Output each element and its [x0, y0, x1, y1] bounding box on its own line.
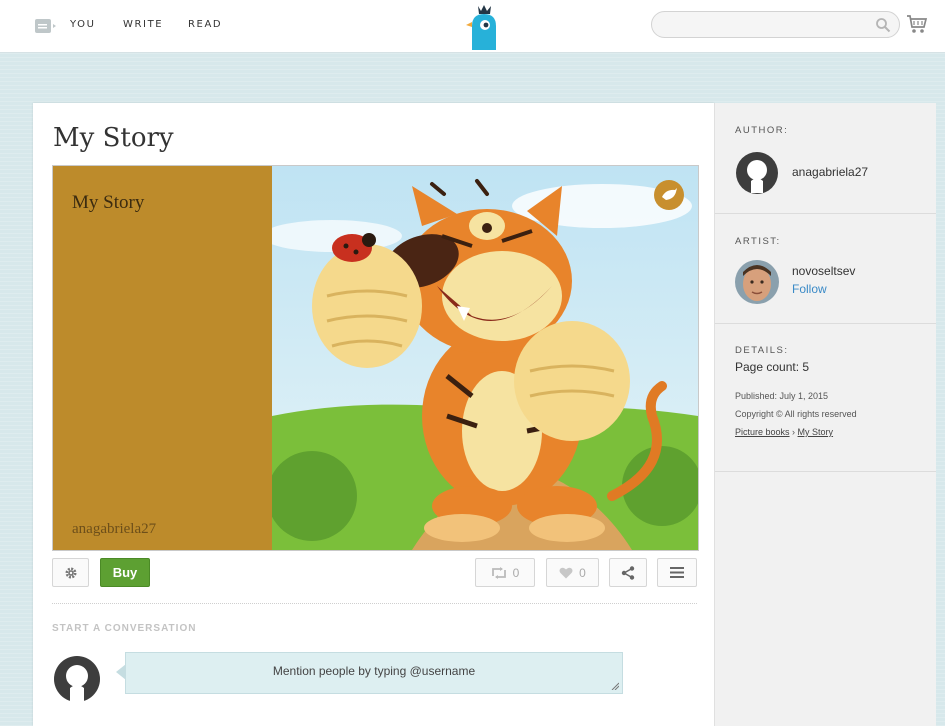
hamburger-icon	[670, 567, 684, 578]
comment-placeholder: Mention people by typing @username	[272, 664, 476, 678]
tiger-illustration	[272, 166, 698, 550]
bird-badge-icon[interactable]	[654, 180, 684, 210]
repost-icon	[491, 566, 506, 579]
more-button[interactable]	[657, 558, 697, 587]
breadcrumb-separator: ›	[789, 427, 798, 437]
nav-you[interactable]: YOU	[70, 19, 96, 30]
cover-author: anagabriela27	[72, 521, 157, 537]
details-label: DETAILS:	[735, 345, 789, 356]
breadcrumb-category[interactable]: Picture books	[735, 427, 790, 437]
nav-write[interactable]: WRITE	[123, 19, 163, 30]
like-button[interactable]: 0	[546, 558, 599, 587]
author-avatar[interactable]	[735, 151, 779, 195]
search-icon[interactable]	[875, 17, 891, 33]
breadcrumb-story[interactable]: My Story	[798, 427, 834, 437]
divider	[715, 323, 936, 324]
repost-count: 0	[512, 565, 520, 580]
repost-button[interactable]: 0	[475, 558, 535, 587]
divider	[715, 471, 936, 472]
cart-icon[interactable]	[906, 14, 928, 34]
share-icon	[621, 565, 635, 580]
author-label: AUTHOR:	[735, 125, 789, 136]
search-input[interactable]	[664, 12, 868, 38]
share-button[interactable]	[609, 558, 647, 587]
top-bar: YOU WRITE READ	[0, 0, 945, 53]
artist-avatar[interactable]	[735, 260, 779, 304]
settings-button[interactable]	[52, 558, 89, 587]
search-box[interactable]	[651, 11, 900, 38]
conversation-label: START A CONVERSATION	[52, 623, 197, 634]
cover-title: My Story	[72, 192, 145, 213]
sidebar: AUTHOR: anagabriela27 ARTIST: novoseltse…	[714, 103, 936, 726]
book-preview[interactable]: My Story anagabriela27	[52, 165, 699, 551]
comment-input[interactable]: Mention people by typing @username	[125, 652, 623, 694]
gear-icon	[65, 567, 76, 578]
page-title: My Story	[53, 123, 174, 153]
artist-label: ARTIST:	[735, 236, 781, 247]
bird-logo-icon[interactable]	[464, 4, 504, 50]
page-count: Page count: 5	[735, 360, 810, 374]
resize-icon[interactable]	[611, 682, 619, 690]
nav-read[interactable]: READ	[188, 19, 222, 30]
divider	[52, 603, 697, 604]
menu-icon[interactable]	[35, 18, 57, 34]
like-count: 0	[579, 565, 586, 580]
published-date: Published: July 1, 2015	[735, 391, 829, 401]
story-card: My Story My Story anagabriela27 Buy 0 0 …	[33, 103, 714, 726]
buy-button[interactable]: Buy	[100, 558, 150, 587]
artist-name[interactable]: novoseltsev	[792, 264, 855, 278]
book-cover[interactable]: My Story anagabriela27	[53, 166, 272, 550]
user-avatar	[54, 656, 100, 702]
heart-icon	[559, 567, 573, 578]
author-name[interactable]: anagabriela27	[792, 165, 868, 179]
copyright: Copyright © All rights reserved	[735, 409, 857, 419]
follow-link[interactable]: Follow	[792, 282, 827, 296]
divider	[715, 213, 936, 214]
breadcrumb: Picture books › My Story	[735, 427, 833, 437]
